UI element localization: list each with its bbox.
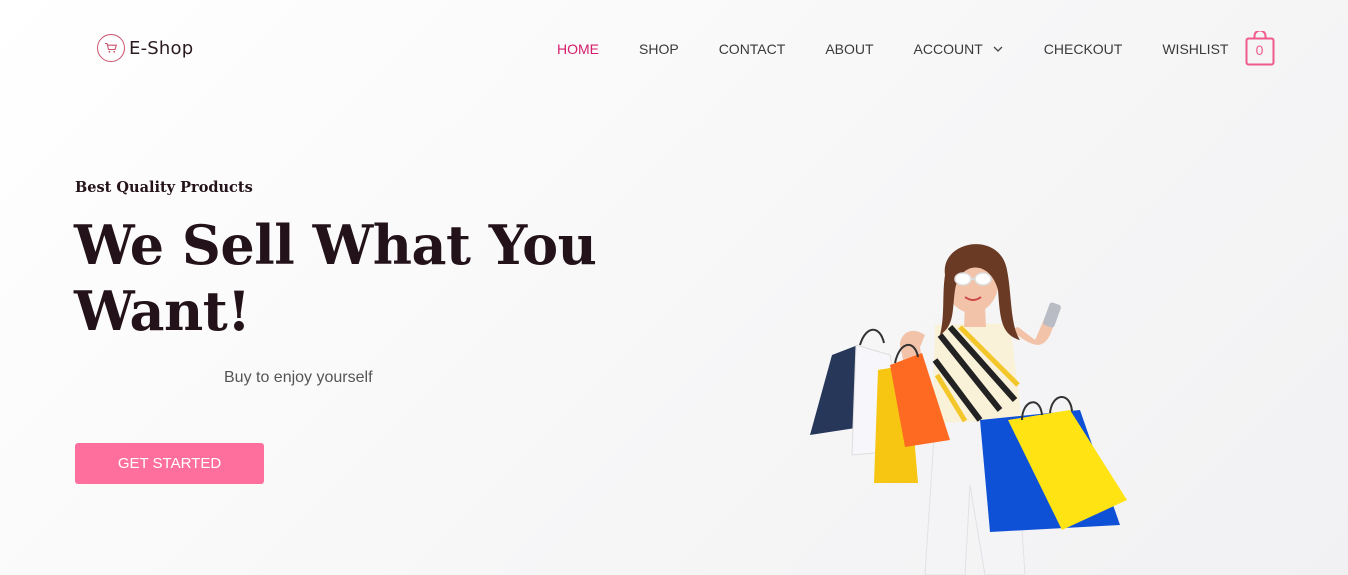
hero-headline: We Sell What You Want! xyxy=(74,213,597,343)
brand-logo[interactable]: E-Shop xyxy=(97,34,193,62)
nav-home[interactable]: HOME xyxy=(557,41,599,57)
get-started-button[interactable]: GET STARTED xyxy=(75,443,264,484)
hero-eyebrow: Best Quality Products xyxy=(75,179,253,196)
shopping-cart-icon xyxy=(97,34,125,62)
hero-tagline: Buy to enjoy yourself xyxy=(224,369,373,386)
nav-shop[interactable]: SHOP xyxy=(639,41,679,57)
nav-contact[interactable]: CONTACT xyxy=(719,41,786,57)
main-nav: HOME SHOP CONTACT ABOUT ACCOUNT CHECKOUT… xyxy=(557,40,1228,58)
cart-button[interactable]: 0 xyxy=(1245,31,1275,66)
nav-checkout[interactable]: CHECKOUT xyxy=(1044,41,1123,57)
nav-account[interactable]: ACCOUNT xyxy=(914,41,1004,57)
nav-about[interactable]: ABOUT xyxy=(825,41,873,57)
brand-name: E-Shop xyxy=(129,37,194,59)
cart-count: 0 xyxy=(1255,42,1264,58)
nav-wishlist[interactable]: WISHLIST xyxy=(1162,41,1228,57)
hero-image xyxy=(810,244,1127,575)
chevron-down-icon xyxy=(993,46,1003,52)
